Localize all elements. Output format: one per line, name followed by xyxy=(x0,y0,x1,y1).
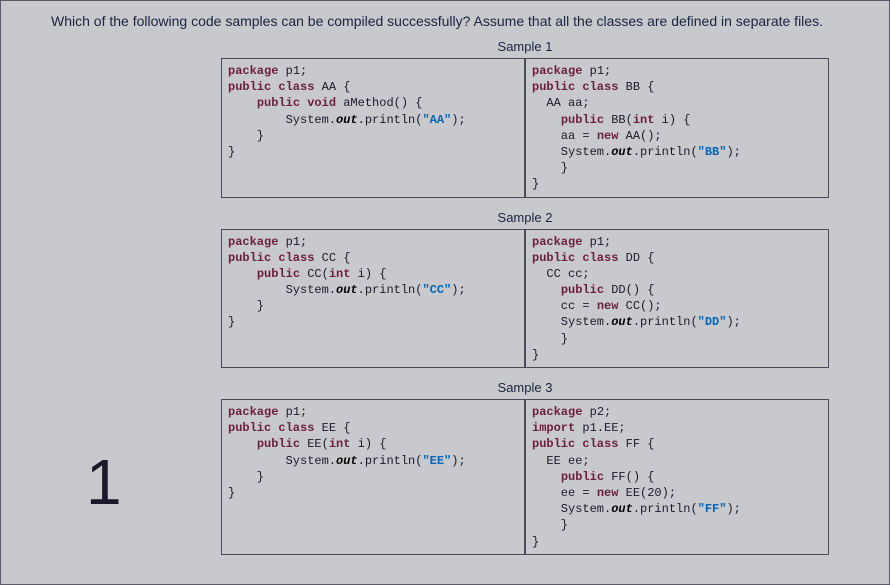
sample3-right-code: package p2; import p1.EE; public class F… xyxy=(525,399,829,555)
sample1-row: package p1; public class AA { public voi… xyxy=(221,58,829,198)
sample1-left-code: package p1; public class AA { public voi… xyxy=(221,58,525,198)
sample2-row: package p1; public class CC { public CC(… xyxy=(221,229,829,369)
sample3-row: package p1; public class EE { public EE(… xyxy=(221,399,829,555)
sample3-title: Sample 3 xyxy=(221,380,829,395)
sample3-left-code: package p1; public class EE { public EE(… xyxy=(221,399,525,555)
samples-container: Sample 1 package p1; public class AA { p… xyxy=(21,39,869,555)
sample1-title: Sample 1 xyxy=(221,39,829,54)
sample2-title: Sample 2 xyxy=(221,210,829,225)
page-number: 1 xyxy=(86,445,122,519)
question-text: Which of the following code samples can … xyxy=(21,13,869,29)
sample2-right-code: package p1; public class DD { CC cc; pub… xyxy=(525,229,829,369)
sample1-right-code: package p1; public class BB { AA aa; pub… xyxy=(525,58,829,198)
sample2-left-code: package p1; public class CC { public CC(… xyxy=(221,229,525,369)
